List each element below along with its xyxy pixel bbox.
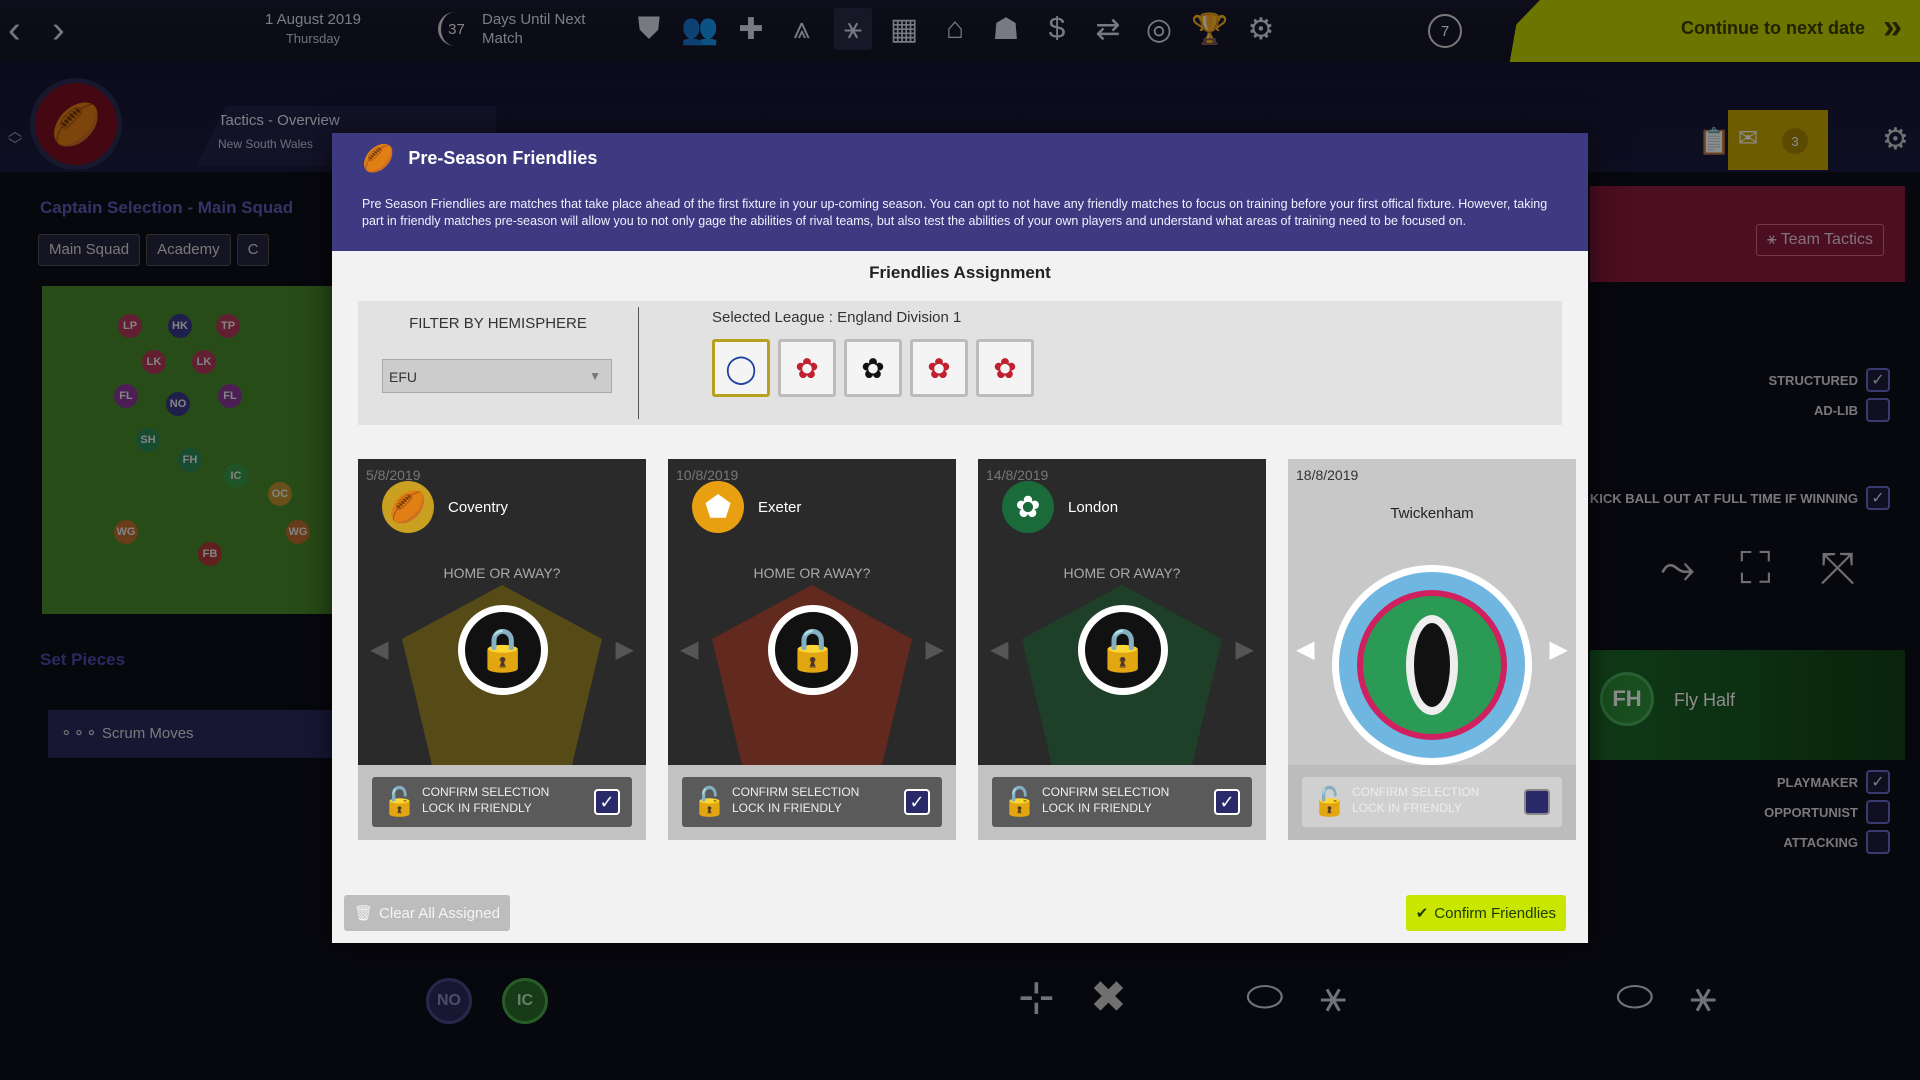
confirm-checkbox[interactable]: ✓ <box>594 789 620 815</box>
fixture-date: 10/8/2019 <box>676 467 739 483</box>
next-arrow-icon[interactable]: ▶ <box>926 635 944 664</box>
league-logo-south-rose[interactable]: ✿ <box>976 339 1034 397</box>
padlock-icon: 🔓 <box>1312 786 1347 817</box>
fixture-team: London <box>1068 499 1119 516</box>
fixture-card[interactable]: 14/8/2019 ✿ London HOME OR AWAY? ◀ ▶ 🔒 🔓… <box>978 459 1266 840</box>
exeter-crest-icon: ⬟ <box>692 481 744 533</box>
confirm-line1: CONFIRM SELECTION <box>732 785 860 799</box>
pre-season-friendlies-modal: 🏉 Pre-Season Friendlies Pre Season Frien… <box>332 133 1588 943</box>
trash-icon: 🗑 <box>354 905 374 922</box>
premiership-icon: ◯ <box>725 352 757 384</box>
confirm-checkbox[interactable]: ✓ <box>904 789 930 815</box>
confirm-line2: LOCK IN FRIENDLY <box>1352 801 1462 815</box>
confirm-selection-bar[interactable]: 🔓 CONFIRM SELECTION LOCK IN FRIENDLY <box>1302 777 1562 827</box>
league-logo-black-rose[interactable]: ✿ <box>844 339 902 397</box>
london-crest-icon: ✿ <box>1002 481 1054 533</box>
prev-arrow-icon[interactable]: ◀ <box>1296 635 1314 664</box>
league-logo-premiership[interactable]: ◯ <box>712 339 770 397</box>
lock-icon: 🔒 <box>1078 605 1168 695</box>
next-arrow-icon[interactable]: ▶ <box>616 635 634 664</box>
confirm-selection-bar[interactable]: 🔓 CONFIRM SELECTION LOCK IN FRIENDLY ✓ <box>682 777 942 827</box>
fixture-card[interactable]: 10/8/2019 ⬟ Exeter HOME OR AWAY? ◀ ▶ 🔒 🔓… <box>668 459 956 840</box>
hemisphere-value: EFU <box>389 369 417 385</box>
confirm-selection-bar[interactable]: 🔓 CONFIRM SELECTION LOCK IN FRIENDLY ✓ <box>372 777 632 827</box>
league-selector: ◯ ✿ ✿ ✿ ✿ <box>712 339 1034 397</box>
confirm-line1: CONFIRM SELECTION <box>1042 785 1170 799</box>
lock-icon: 🔒 <box>768 605 858 695</box>
coventry-crest-icon: 🏉 <box>382 481 434 533</box>
confirm-line2: LOCK IN FRIENDLY <box>422 801 532 815</box>
league-logo-north-rose[interactable]: ✿ <box>910 339 968 397</box>
padlock-icon: 🔓 <box>692 786 727 817</box>
fixture-team: Twickenham <box>1390 505 1474 522</box>
prev-arrow-icon[interactable]: ◀ <box>680 635 698 664</box>
home-away-label: HOME OR AWAY? <box>753 565 871 581</box>
padlock-icon: 🔓 <box>382 786 417 817</box>
confirm-label: Confirm Friendlies <box>1434 904 1556 922</box>
rugby-ball-icon <box>1406 615 1458 715</box>
fixture-team: Coventry <box>448 499 509 516</box>
clear-label: Clear All Assigned <box>379 904 500 922</box>
north-rose-icon: ✿ <box>927 352 951 384</box>
fixture-card[interactable]: 18/8/2019 Twickenham ◀ ▶ 🔓 CONFIRM SELEC… <box>1288 459 1576 840</box>
rose-icon: ✿ <box>795 352 819 384</box>
prev-arrow-icon[interactable]: ◀ <box>370 635 388 664</box>
home-away-label: HOME OR AWAY? <box>443 565 561 581</box>
next-arrow-icon[interactable]: ▶ <box>1550 635 1568 664</box>
assignment-title: Friendlies Assignment <box>869 263 1051 282</box>
hemisphere-dropdown[interactable]: EFU ▼ <box>382 359 612 393</box>
prev-arrow-icon[interactable]: ◀ <box>990 635 1008 664</box>
black-rose-icon: ✿ <box>861 352 885 384</box>
lock-icon: 🔒 <box>458 605 548 695</box>
selected-league: Selected League : England Division 1 <box>712 309 961 326</box>
modal-header: 🏉 Pre-Season Friendlies Pre Season Frien… <box>332 133 1588 251</box>
confirm-line1: CONFIRM SELECTION <box>1352 785 1480 799</box>
confirm-line1: CONFIRM SELECTION <box>422 785 550 799</box>
confirm-selection-bar[interactable]: 🔓 CONFIRM SELECTION LOCK IN FRIENDLY ✓ <box>992 777 1252 827</box>
selected-league-label: Selected League : <box>712 309 833 326</box>
filter-box: FILTER BY HEMISPHERE EFU ▼ Selected Leag… <box>358 301 1562 425</box>
confirm-checkbox[interactable]: ✓ <box>1214 789 1240 815</box>
fixture-cards: 5/8/2019 🏉 Coventry HOME OR AWAY? ◀ ▶ 🔒 … <box>358 459 1576 840</box>
fixture-date: 18/8/2019 <box>1296 467 1359 483</box>
league-logo-rose[interactable]: ✿ <box>778 339 836 397</box>
check-circle-icon: ✔ <box>1415 905 1429 922</box>
fixture-card[interactable]: 5/8/2019 🏉 Coventry HOME OR AWAY? ◀ ▶ 🔒 … <box>358 459 646 840</box>
south-rose-icon: ✿ <box>993 352 1017 384</box>
confirm-checkbox[interactable] <box>1524 789 1550 815</box>
fixture-team: Exeter <box>758 499 802 516</box>
modal-description: Pre Season Friendlies are matches that t… <box>362 197 1548 228</box>
fixture-date: 14/8/2019 <box>986 467 1049 483</box>
venue-emblem <box>1332 565 1532 765</box>
padlock-icon: 🔓 <box>1002 786 1037 817</box>
next-arrow-icon[interactable]: ▶ <box>1236 635 1254 664</box>
divider <box>638 307 639 419</box>
confirm-line2: LOCK IN FRIENDLY <box>1042 801 1152 815</box>
rugby-ball-icon: 🏉 <box>362 143 395 173</box>
home-away-label: HOME OR AWAY? <box>1063 565 1181 581</box>
confirm-line2: LOCK IN FRIENDLY <box>732 801 842 815</box>
confirm-friendlies-button[interactable]: ✔ Confirm Friendlies <box>1405 895 1566 931</box>
clear-all-button[interactable]: 🗑 Clear All Assigned <box>344 895 510 931</box>
modal-title: Pre-Season Friendlies <box>408 148 598 168</box>
caret-down-icon: ▼ <box>589 369 601 383</box>
selected-league-value: England Division 1 <box>837 309 962 326</box>
filter-label: FILTER BY HEMISPHERE <box>409 315 587 332</box>
